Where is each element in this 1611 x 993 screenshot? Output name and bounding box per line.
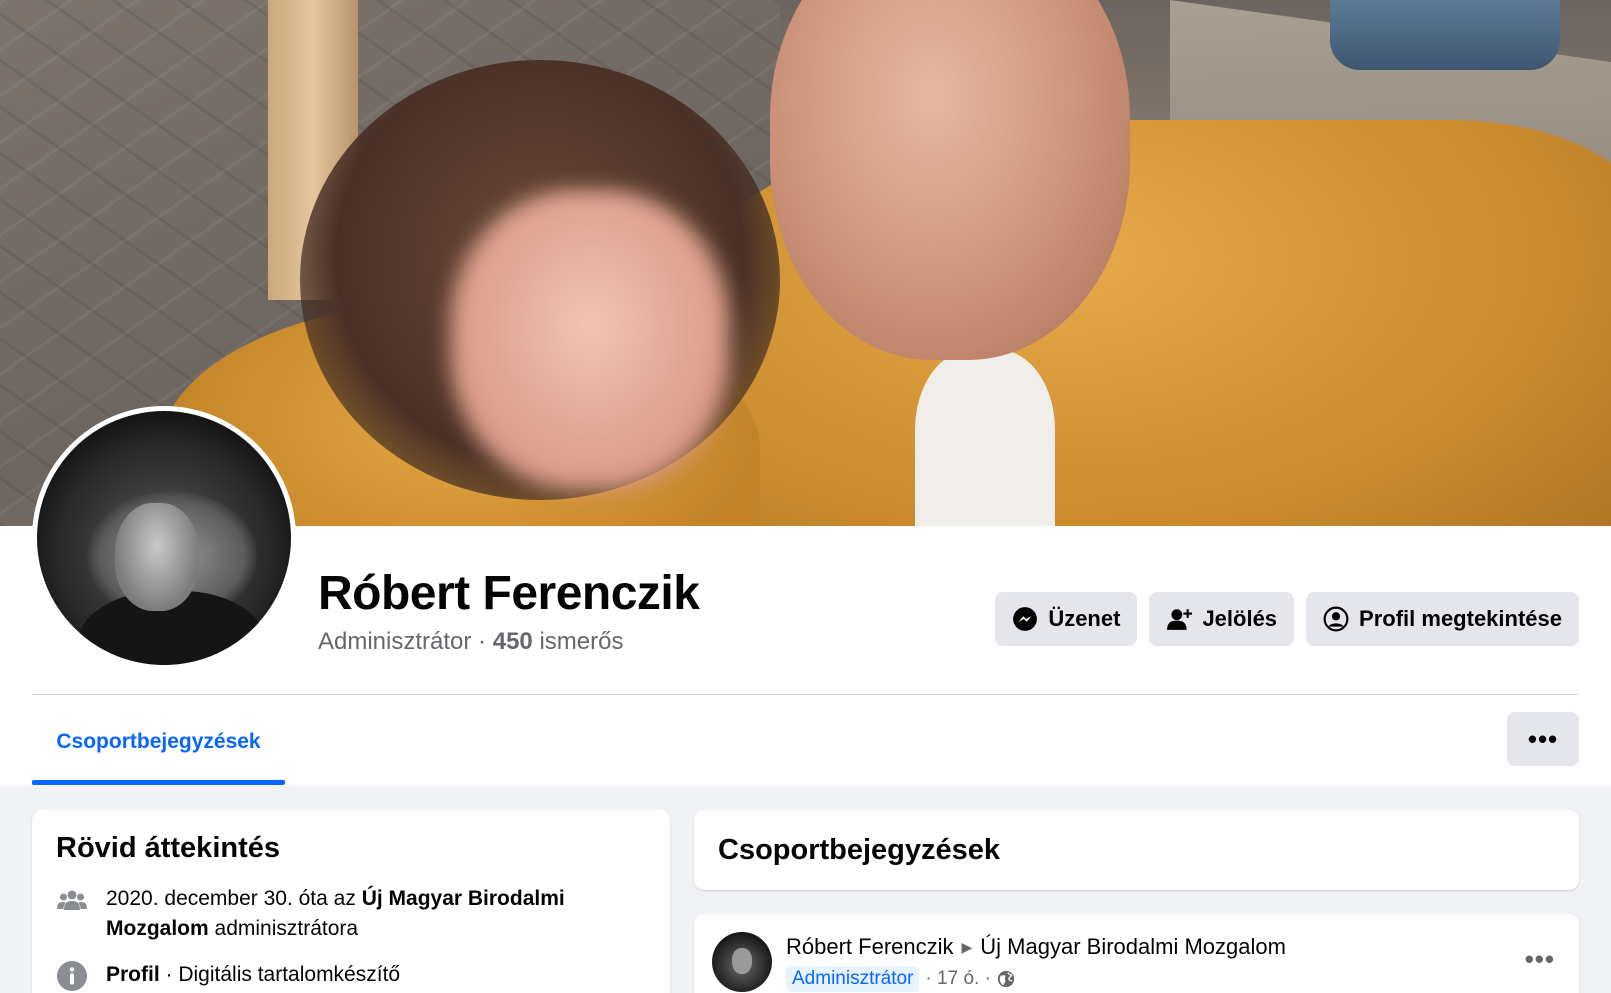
- post-header: Róbert Ferenczik ▶ Új Magyar Birodalmi M…: [786, 934, 1286, 960]
- separator-dot: ·: [478, 628, 487, 655]
- caret-right-icon: ▶: [961, 938, 973, 955]
- admin-since-row: 2020. december 30. óta az Új Magyar Biro…: [56, 884, 646, 944]
- friends-count-link[interactable]: 450 ismerős: [493, 628, 624, 655]
- overview-title: Rövid áttekintés: [56, 832, 280, 864]
- messenger-icon: [1013, 607, 1038, 631]
- profile-subline: Adminisztrátor · 450 ismerős: [318, 628, 623, 656]
- mention-button[interactable]: Jelölés: [1149, 592, 1295, 646]
- admin-since-suffix: adminisztrátora: [214, 917, 359, 940]
- mention-label: Jelölés: [1202, 606, 1278, 631]
- post-avatar-head: [732, 948, 752, 974]
- post-author-avatar[interactable]: [712, 932, 772, 992]
- admin-badge[interactable]: Adminisztrátor: [786, 966, 920, 992]
- view-profile-label: Profil megtekintése: [1359, 606, 1562, 631]
- globe-icon: [997, 970, 1015, 988]
- profile-type-detail: · Digitális tartalomkészítő: [165, 963, 401, 986]
- post-more-options-button[interactable]: •••: [1525, 944, 1555, 975]
- post-author-link[interactable]: Róbert Ferenczik: [786, 934, 954, 960]
- admin-since-text: 2020. december 30. óta az Új Magyar Biro…: [106, 884, 646, 944]
- group-posts-title: Csoportbejegyzések: [718, 834, 1001, 866]
- cover-child-face-blurred: [450, 190, 730, 490]
- profile-role: Adminisztrátor: [318, 628, 472, 655]
- friends-count: 450: [492, 628, 533, 655]
- cover-background-person: [1330, 0, 1560, 70]
- info-icon: [57, 961, 87, 991]
- admin-since-prefix: 2020. december 30. óta az: [106, 887, 356, 910]
- profile-type-label: Profil: [106, 963, 160, 986]
- post-meta: Adminisztrátor · 17 ó. ·: [786, 966, 1015, 992]
- cover-shirt: [915, 350, 1055, 526]
- avatar-photo: [37, 411, 291, 665]
- header-divider: [32, 694, 1578, 695]
- overview-card: Rövid áttekintés 2020. december 30. óta …: [32, 810, 670, 993]
- avatar-head: [115, 503, 199, 611]
- post-group-link[interactable]: Új Magyar Birodalmi Mozgalom: [980, 934, 1286, 960]
- group-posts-header-card: Csoportbejegyzések: [694, 810, 1579, 890]
- profile-avatar[interactable]: [32, 406, 296, 670]
- friends-label: ismerős: [539, 628, 624, 655]
- profile-type-text: Profil · Digitális tartalomkészítő: [106, 960, 646, 990]
- post-card: Róbert Ferenczik ▶ Új Magyar Birodalmi M…: [694, 914, 1579, 993]
- tab-group-posts[interactable]: Csoportbejegyzések: [32, 702, 285, 782]
- add-person-icon: [1167, 609, 1193, 630]
- post-timestamp[interactable]: · 17 ó. ·: [925, 968, 990, 990]
- profile-actions: Üzenet Jelölés Profil megtekintése: [995, 592, 1579, 646]
- active-tab-indicator: [32, 780, 285, 785]
- cover-man-face: [770, 0, 1130, 360]
- view-profile-button[interactable]: Profil megtekintése: [1306, 592, 1579, 646]
- profile-circle-icon: [1323, 606, 1349, 632]
- more-options-button[interactable]: •••: [1507, 712, 1579, 766]
- message-button[interactable]: Üzenet: [995, 592, 1138, 646]
- message-label: Üzenet: [1048, 606, 1121, 631]
- group-icon: [57, 890, 87, 910]
- profile-name: Róbert Ferenczik: [318, 567, 700, 620]
- profile-type-row: Profil · Digitális tartalomkészítő: [56, 960, 646, 992]
